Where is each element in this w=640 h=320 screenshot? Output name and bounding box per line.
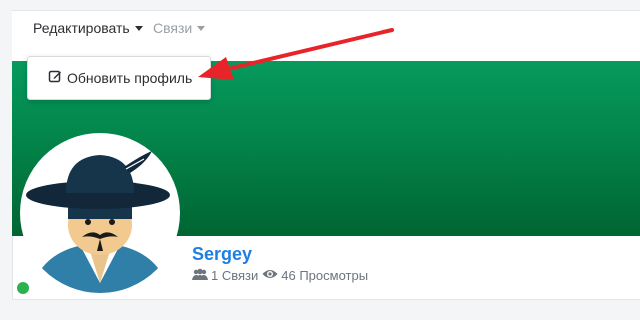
annotation-arrow: [198, 28, 394, 80]
